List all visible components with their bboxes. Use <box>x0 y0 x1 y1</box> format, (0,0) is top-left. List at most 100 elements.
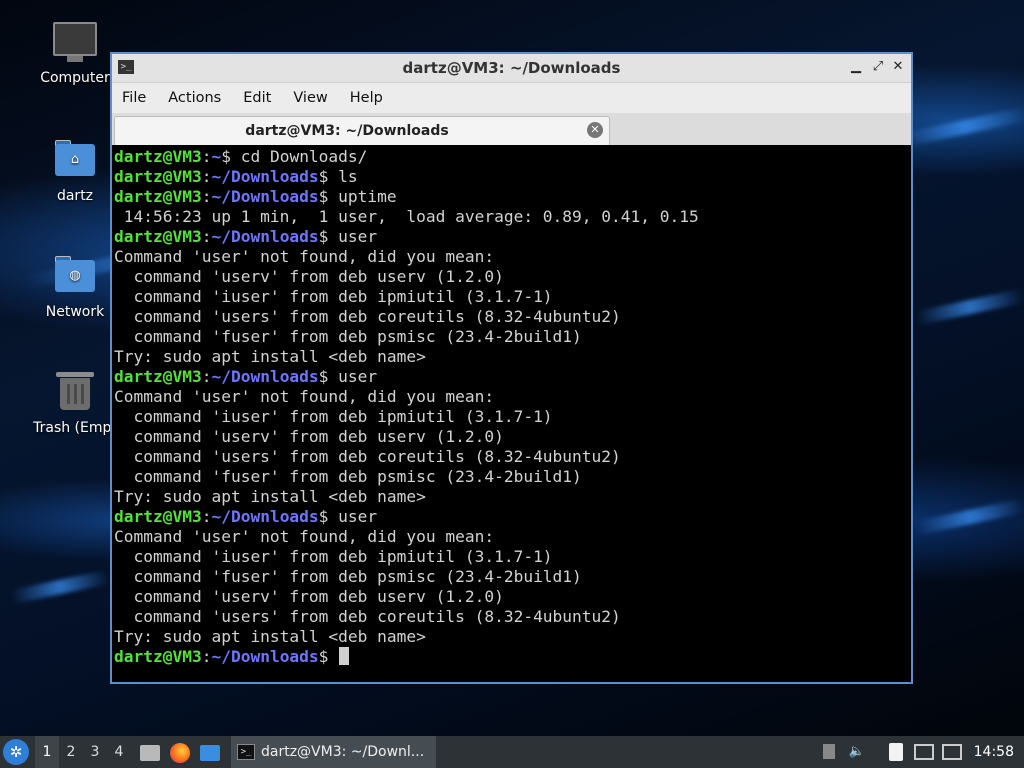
prompt-symbol: $ <box>318 167 329 186</box>
command-text: user <box>328 227 378 246</box>
task-label: dartz@VM3: ~/Downl... <box>261 744 425 760</box>
volume-icon[interactable]: 🔈 <box>846 741 868 763</box>
output-text: Command 'user' not found, did you mean: <box>114 247 495 266</box>
terminal-line: command 'iuser' from deb ipmiutil (3.1.7… <box>112 287 911 307</box>
maximize-button[interactable]: ⤢ <box>869 58 887 76</box>
trash-icon <box>53 372 97 414</box>
terminal-line: command 'userv' from deb userv (1.2.0) <box>112 427 911 447</box>
output-text: Command 'user' not found, did you mean: <box>114 527 495 546</box>
tab-terminal[interactable]: dartz@VM3: ~/Downloads ✕ <box>114 116 610 145</box>
output-text: command 'iuser' from deb ipmiutil (3.1.7… <box>114 407 553 426</box>
menu-view[interactable]: View <box>293 90 327 106</box>
prompt-separator: : <box>201 647 212 666</box>
prompt-separator: : <box>201 167 212 186</box>
terminal-line: dartz@VM3:~/Downloads$ ls <box>112 167 911 187</box>
menu-file[interactable]: File <box>122 90 146 106</box>
tab-bar: dartz@VM3: ~/Downloads ✕ <box>112 113 911 145</box>
prompt-separator: : <box>201 187 212 206</box>
terminal-output[interactable]: dartz@VM3:~$ cd Downloads/dartz@VM3:~/Do… <box>112 145 911 682</box>
terminal-line: command 'userv' from deb userv (1.2.0) <box>112 267 911 287</box>
terminal-line: command 'users' from deb coreutils (8.32… <box>112 307 911 327</box>
terminal-line: command 'fuser' from deb psmisc (23.4-2b… <box>112 467 911 487</box>
notes-icon[interactable] <box>885 741 907 763</box>
terminal-line: command 'users' from deb coreutils (8.32… <box>112 607 911 627</box>
command-text: uptime <box>328 187 397 206</box>
menu-edit[interactable]: Edit <box>243 90 271 106</box>
output-text: Try: sudo apt install <deb name> <box>114 487 426 506</box>
wallpaper-streak <box>899 106 1024 148</box>
output-text: command 'iuser' from deb ipmiutil (3.1.7… <box>114 547 553 566</box>
workspace-1[interactable]: 1 <box>35 736 59 768</box>
prompt-user: dartz@VM3 <box>114 367 202 386</box>
terminal-icon: >_ <box>237 744 255 760</box>
window-title: dartz@VM3: ~/Downloads <box>402 59 621 77</box>
close-button[interactable]: ✕ <box>889 58 907 76</box>
terminal-window[interactable]: >_ dartz@VM3: ~/Downloads ▁ ⤢ ✕ File Act… <box>110 52 913 684</box>
prompt-path: ~/Downloads <box>211 227 319 246</box>
prompt-separator: : <box>201 227 212 246</box>
workspace-4[interactable]: 4 <box>107 736 131 768</box>
output-text: command 'fuser' from deb psmisc (23.4-2b… <box>114 327 582 346</box>
network-folder-icon: ◍ <box>53 256 97 298</box>
command-text: user <box>328 367 378 386</box>
prompt-user: dartz@VM3 <box>114 647 202 666</box>
terminal-line: Try: sudo apt install <deb name> <box>112 347 911 367</box>
output-text: Try: sudo apt install <deb name> <box>114 627 426 646</box>
terminal-line: dartz@VM3:~/Downloads$ <box>112 647 911 667</box>
terminal-line: dartz@VM3:~/Downloads$ user <box>112 507 911 527</box>
terminal-line: dartz@VM3:~/Downloads$ user <box>112 227 911 247</box>
menu-help[interactable]: Help <box>350 90 383 106</box>
prompt-user: dartz@VM3 <box>114 167 202 186</box>
prompt-path: ~ <box>211 147 222 166</box>
terminal-line: Try: sudo apt install <deb name> <box>112 487 911 507</box>
prompt-separator: : <box>201 507 212 526</box>
prompt-path: ~/Downloads <box>211 367 319 386</box>
system-tray: 🔈 14:58 <box>815 736 1024 768</box>
clock[interactable]: 14:58 <box>974 744 1014 760</box>
minimize-button[interactable]: ▁ <box>847 58 865 76</box>
terminal-line: Try: sudo apt install <deb name> <box>112 627 911 647</box>
terminal-line: Command 'user' not found, did you mean: <box>112 527 911 547</box>
home-folder-icon: ⌂ <box>53 140 97 182</box>
terminal-line: dartz@VM3:~/Downloads$ user <box>112 367 911 387</box>
output-text: command 'fuser' from deb psmisc (23.4-2b… <box>114 467 582 486</box>
prompt-symbol: $ <box>318 227 329 246</box>
taskbar-task-terminal[interactable]: >_ dartz@VM3: ~/Downl... <box>231 736 437 768</box>
prompt-symbol: $ <box>221 147 231 166</box>
window-titlebar[interactable]: >_ dartz@VM3: ~/Downloads ▁ ⤢ ✕ <box>112 54 911 83</box>
terminal-line: command 'userv' from deb userv (1.2.0) <box>112 587 911 607</box>
output-text: command 'fuser' from deb psmisc (23.4-2b… <box>114 567 582 586</box>
terminal-line: command 'fuser' from deb psmisc (23.4-2b… <box>112 567 911 587</box>
prompt-symbol: $ <box>318 187 329 206</box>
output-text: command 'userv' from deb userv (1.2.0) <box>114 587 504 606</box>
prompt-path: ~/Downloads <box>211 647 319 666</box>
clipboard-icon[interactable] <box>818 741 840 763</box>
prompt-user: dartz@VM3 <box>114 507 202 526</box>
updates-icon[interactable] <box>941 741 963 763</box>
command-text: user <box>328 507 378 526</box>
desktop-icon[interactable] <box>197 739 223 765</box>
output-text: command 'iuser' from deb ipmiutil (3.1.7… <box>114 287 553 306</box>
wallpaper-streak <box>914 498 1024 536</box>
menu-actions[interactable]: Actions <box>168 90 221 106</box>
prompt-user: dartz@VM3 <box>114 227 202 246</box>
wallpaper-streak <box>914 288 1024 326</box>
prompt-symbol: $ <box>318 367 329 386</box>
output-text: Try: sudo apt install <deb name> <box>114 347 426 366</box>
terminal-cursor <box>339 647 350 665</box>
app-menu-icon[interactable]: ✲ <box>3 739 29 765</box>
network-icon[interactable] <box>913 741 935 763</box>
files-icon[interactable] <box>137 739 163 765</box>
workspace-2[interactable]: 2 <box>59 736 83 768</box>
firefox-icon[interactable] <box>167 739 193 765</box>
output-text: 14:56:23 up 1 min, 1 user, load average:… <box>114 207 699 226</box>
prompt-path: ~/Downloads <box>211 167 319 186</box>
output-text: command 'userv' from deb userv (1.2.0) <box>114 267 504 286</box>
terminal-line: command 'fuser' from deb psmisc (23.4-2b… <box>112 327 911 347</box>
prompt-separator: : <box>201 147 212 166</box>
tab-close-icon[interactable]: ✕ <box>587 122 603 138</box>
terminal-line: command 'iuser' from deb ipmiutil (3.1.7… <box>112 547 911 567</box>
workspace-3[interactable]: 3 <box>83 736 107 768</box>
terminal-line: Command 'user' not found, did you mean: <box>112 387 911 407</box>
output-text: command 'users' from deb coreutils (8.32… <box>114 447 621 466</box>
